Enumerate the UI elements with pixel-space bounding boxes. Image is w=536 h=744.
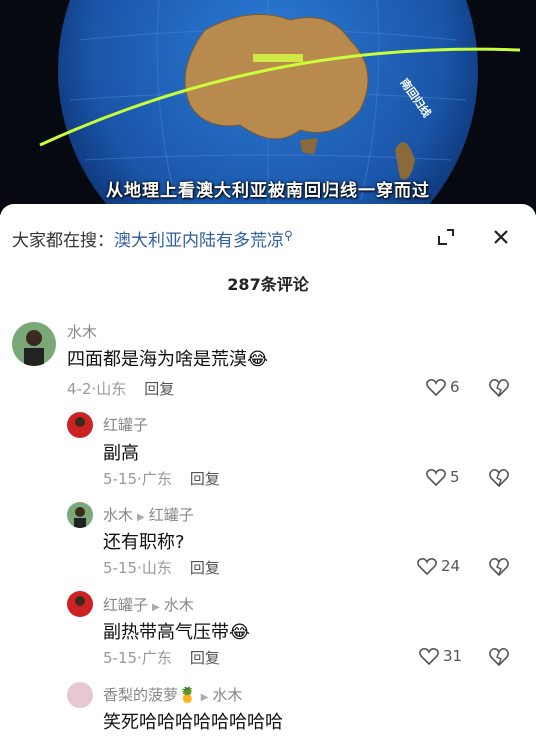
dislike-icon[interactable] — [488, 556, 510, 576]
video-subtitle: 从地理上看澳大利亚被南回归线一穿而过 — [106, 181, 430, 201]
comment-text: 副高 — [103, 443, 139, 464]
dislike-icon[interactable] — [488, 467, 510, 487]
expand-icon[interactable] — [436, 227, 456, 247]
dislike-icon[interactable] — [488, 646, 510, 666]
video-player[interactable]: 南回归线 从地理上看澳大利亚被南回归线一穿而过 — [0, 0, 536, 215]
comment-meta: 5-15·山东 回复 — [103, 559, 220, 577]
reply-arrow-icon: ▶ — [152, 602, 160, 613]
search-query-link[interactable]: 澳大利亚内陆有多荒凉 — [114, 231, 284, 251]
avatar[interactable] — [12, 322, 56, 366]
comment-text: 四面都是海为啥是荒漠😂 — [67, 349, 269, 370]
reply-arrow-icon: ▶ — [137, 512, 145, 523]
comment-meta: 5-15·广东 回复 — [103, 470, 220, 488]
comment-author[interactable]: 水木 — [67, 321, 97, 342]
search-suggestion[interactable]: 大家都在搜：澳大利亚内陆有多荒凉⚲ — [12, 226, 293, 251]
comment-sheet: 大家都在搜：澳大利亚内陆有多荒凉⚲ 287条评论 水木 四面都是海为啥是荒漠😂 … — [0, 204, 536, 744]
reply-arrow-icon: ▶ — [200, 692, 209, 703]
comment-text: 笑死哈哈哈哈哈哈哈哈 — [103, 712, 283, 733]
close-icon[interactable] — [490, 226, 512, 248]
comment-count: 287条评论 — [227, 275, 309, 294]
reply-button[interactable]: 回复 — [190, 649, 220, 667]
comment-author: 香梨的菠萝🍍 ▶ 水木 — [103, 686, 243, 704]
dislike-icon[interactable] — [488, 377, 510, 397]
like-count: 31 — [443, 647, 463, 665]
comment-text: 副热带高气压带😂 — [103, 622, 251, 643]
comment-meta: 4-2·山东 回复 — [67, 380, 175, 398]
comment-text: 还有职称? — [103, 532, 185, 553]
reply-button[interactable]: 回复 — [144, 380, 174, 398]
comment-author[interactable]: 红罐子 — [103, 414, 148, 435]
heart-icon[interactable] — [426, 468, 446, 486]
like-count: 24 — [441, 557, 461, 575]
australia-shape — [184, 13, 369, 140]
avatar[interactable] — [67, 502, 93, 528]
like-count: 5 — [450, 468, 460, 486]
like-count: 6 — [450, 378, 460, 396]
comment-meta: 5-15·广东 回复 — [103, 649, 220, 667]
avatar[interactable] — [67, 412, 93, 438]
search-prefix: 大家都在搜： — [12, 231, 114, 251]
comment-author: 红罐子 ▶ 水木 — [103, 596, 194, 614]
search-icon: ⚲ — [284, 228, 293, 243]
comment-author: 水木 ▶ 红罐子 — [103, 506, 194, 524]
reply-button[interactable]: 回复 — [190, 559, 220, 577]
heart-icon[interactable] — [417, 557, 437, 575]
heart-icon[interactable] — [419, 647, 439, 665]
avatar[interactable] — [67, 682, 93, 708]
reply-button[interactable]: 回复 — [190, 470, 220, 488]
heart-icon[interactable] — [426, 378, 446, 396]
avatar[interactable] — [67, 591, 93, 617]
